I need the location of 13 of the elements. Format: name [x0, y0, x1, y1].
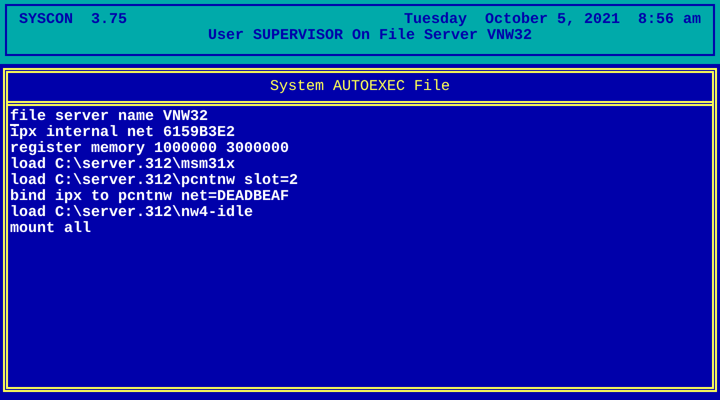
window-title: System AUTOEXEC File	[270, 79, 450, 95]
text-line: load C:\server.312\nw4-idle	[10, 206, 254, 220]
text-line: bind ipx to pcntnw net=DEADBEAF	[10, 190, 290, 204]
text-line: mount all	[10, 222, 92, 236]
date-time: Tuesday October 5, 2021 8:56 am	[404, 12, 701, 28]
user-line: User SUPERVISOR On File Server VNW32	[208, 28, 532, 44]
text-line: load C:\server.312\msm31x	[10, 158, 236, 172]
text-cursor	[10, 124, 19, 126]
text-line: ipx internal net 6159B3E2	[10, 126, 236, 140]
text-line: file server name VNW32	[10, 110, 208, 124]
app-name: SYSCON 3.75	[19, 12, 128, 28]
text-line: load C:\server.312\pcntnw slot=2	[10, 174, 298, 188]
text-line: register memory 1000000 3000000	[10, 142, 290, 156]
